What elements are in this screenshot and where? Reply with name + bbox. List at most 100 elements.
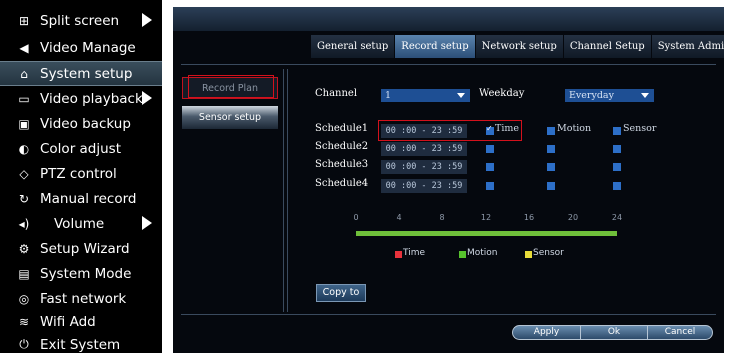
- schedule2-sensor-checkbox[interactable]: [613, 145, 621, 153]
- speaker-icon: ◂): [18, 216, 30, 231]
- weekday-select[interactable]: Everyday: [565, 89, 654, 102]
- menu-item-system-mode[interactable]: ▤ System Mode: [0, 261, 162, 286]
- timeline-tick: 20: [567, 213, 579, 222]
- menu-item-fast-network[interactable]: ◎ Fast network: [0, 286, 162, 311]
- dialog-title-bar: [173, 7, 724, 31]
- menu-item-ptz-control[interactable]: ◇ PTZ control: [0, 161, 162, 186]
- schedule4-time-input[interactable]: 00 :00 - 23 :59: [381, 179, 467, 193]
- menu-item-label: Setup Wizard: [40, 240, 130, 257]
- menu-item-split-screen[interactable]: ⊞ Split screen: [0, 8, 162, 33]
- schedule4-sensor-checkbox[interactable]: [613, 182, 621, 190]
- wizard-icon: ⚙: [18, 241, 30, 256]
- menu-item-system-setup[interactable]: ⌂ System setup: [0, 61, 162, 86]
- schedule2-time-input[interactable]: 00 :00 - 23 :59: [381, 142, 467, 156]
- menu-item-video-backup[interactable]: ▣ Video backup: [0, 111, 162, 136]
- menu-item-label: Wifi Add: [40, 313, 96, 330]
- schedule3-time-input[interactable]: 00 :00 - 23 :59: [381, 160, 467, 174]
- recording-time-bar: [356, 231, 617, 236]
- schedule1-sensor-label: Sensor: [623, 123, 657, 134]
- menu-item-label: System setup: [40, 65, 133, 82]
- ok-button[interactable]: Ok: [580, 325, 648, 340]
- timeline-tick: 4: [396, 213, 402, 222]
- timeline-tick: 24: [611, 213, 623, 222]
- divider: [287, 69, 288, 312]
- menu-item-label: Fast network: [40, 290, 127, 307]
- chevron-down-icon: [457, 93, 465, 98]
- menu-item-wifi-add[interactable]: ≋ Wifi Add: [0, 309, 162, 334]
- timeline-tick: 16: [523, 213, 535, 222]
- menu-item-video-manage[interactable]: ◀ Video Manage: [0, 35, 162, 60]
- wifi-icon: ≋: [18, 314, 30, 329]
- video-manage-icon: ◀: [19, 40, 29, 55]
- menu-item-label: System Mode: [40, 265, 132, 282]
- menu-item-setup-wizard[interactable]: ⚙ Setup Wizard: [0, 236, 162, 261]
- system-mode-icon: ▤: [18, 266, 30, 281]
- timeline-tick: 8: [439, 213, 445, 222]
- cancel-button[interactable]: Cancel: [648, 325, 713, 340]
- menu-item-manual-record[interactable]: ↻ Manual record: [0, 186, 162, 211]
- motion-legend-label: Motion: [467, 248, 498, 258]
- video-playback-icon: ▭: [18, 91, 30, 106]
- menu-item-label: Manual record: [40, 190, 137, 207]
- sensor-setup-button[interactable]: Sensor setup: [182, 106, 278, 129]
- tab-general-setup[interactable]: General setup: [311, 35, 395, 58]
- schedule1-motion-checkbox[interactable]: [547, 127, 555, 135]
- timeline-tick: 0: [353, 213, 359, 222]
- chevron-down-icon: [641, 93, 649, 98]
- schedule4-motion-checkbox[interactable]: [547, 182, 555, 190]
- palette-icon: ◐: [18, 141, 30, 156]
- menu-item-label: PTZ control: [40, 165, 117, 182]
- menu-item-label: Video playback: [40, 90, 143, 107]
- schedule1-label: Schedule1: [315, 123, 369, 134]
- menu-item-color-adjust[interactable]: ◐ Color adjust: [0, 136, 162, 161]
- main-menu: ⊞ Split screen ◀ Video Manage ⌂ System s…: [0, 0, 162, 353]
- schedule2-time-checkbox[interactable]: [486, 145, 494, 153]
- schedule2-motion-checkbox[interactable]: [547, 145, 555, 153]
- menu-item-label: Exit System: [40, 336, 121, 353]
- schedule4-time-checkbox[interactable]: [486, 182, 494, 190]
- submenu-arrow-icon: [142, 91, 152, 105]
- split-screen-icon: ⊞: [18, 13, 30, 28]
- schedule3-sensor-checkbox[interactable]: [613, 163, 621, 171]
- divider: [181, 314, 716, 315]
- schedule3-label: Schedule3: [315, 159, 369, 170]
- schedule1-sensor-checkbox[interactable]: [613, 127, 621, 135]
- menu-item-exit-system[interactable]: ⏻ Exit System: [0, 332, 162, 353]
- time-legend-label: Time: [403, 248, 426, 258]
- channel-select[interactable]: 1: [381, 89, 470, 102]
- weekday-label: Weekday: [479, 88, 525, 99]
- settings-tab-bar: General setup Record setup Network setup…: [311, 35, 724, 58]
- channel-label: Channel: [315, 88, 358, 99]
- menu-item-label: Split screen: [40, 12, 120, 29]
- ptz-icon: ◇: [19, 166, 29, 181]
- submenu-arrow-icon: [142, 13, 152, 27]
- schedule3-time-checkbox[interactable]: [486, 163, 494, 171]
- tab-network-setup[interactable]: Network setup: [475, 35, 563, 58]
- copy-to-button[interactable]: Copy to: [316, 284, 366, 302]
- globe-icon: ◎: [18, 291, 30, 306]
- apply-button[interactable]: Apply: [512, 325, 580, 340]
- record-icon: ↻: [18, 191, 30, 206]
- highlight-box: [188, 75, 274, 98]
- home-icon: ⌂: [20, 66, 28, 81]
- divider: [181, 64, 716, 65]
- sensor-legend-label: Sensor: [533, 248, 564, 258]
- menu-item-label: Video Manage: [40, 39, 136, 56]
- menu-item-label: Volume: [54, 215, 105, 232]
- menu-item-volume[interactable]: ◂) Volume: [0, 211, 162, 236]
- timeline-tick: 12: [480, 213, 492, 222]
- tab-system-admin[interactable]: System Admin: [651, 35, 724, 58]
- schedule1-motion-label: Motion: [557, 123, 592, 134]
- schedule3-motion-checkbox[interactable]: [547, 163, 555, 171]
- time-legend-swatch: [395, 251, 402, 258]
- tab-channel-setup[interactable]: Channel Setup: [563, 35, 651, 58]
- menu-item-video-playback[interactable]: ▭ Video playback: [0, 86, 162, 111]
- divider: [283, 69, 284, 312]
- power-icon: ⏻: [19, 337, 29, 351]
- sensor-legend-swatch: [525, 251, 532, 258]
- schedule2-label: Schedule2: [315, 141, 369, 152]
- tab-record-setup[interactable]: Record setup: [395, 35, 475, 58]
- channel-value: 1: [385, 90, 392, 101]
- weekday-value: Everyday: [569, 90, 614, 101]
- schedule4-label: Schedule4: [315, 178, 369, 189]
